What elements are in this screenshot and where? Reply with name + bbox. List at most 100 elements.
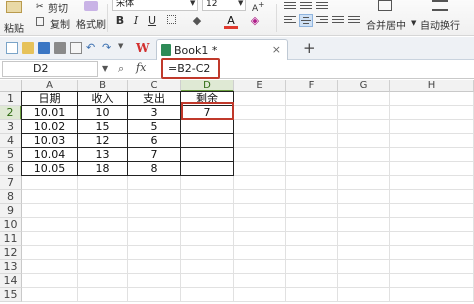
table-cell[interactable] bbox=[286, 246, 338, 260]
table-cell[interactable] bbox=[390, 176, 474, 190]
table-cell[interactable] bbox=[128, 218, 181, 232]
table-cell[interactable] bbox=[128, 260, 181, 274]
table-cell[interactable] bbox=[390, 162, 474, 176]
table-cell[interactable] bbox=[286, 120, 338, 134]
header-cell[interactable]: 支出 bbox=[128, 92, 181, 106]
table-cell[interactable] bbox=[181, 288, 234, 302]
align-top-icon[interactable] bbox=[283, 0, 297, 13]
table-cell[interactable] bbox=[338, 232, 390, 246]
fill-color-icon[interactable]: ◆ bbox=[190, 14, 204, 28]
table-cell[interactable] bbox=[22, 190, 78, 204]
underline-button[interactable]: U bbox=[145, 14, 159, 28]
table-cell[interactable] bbox=[234, 218, 286, 232]
table-cell[interactable]: 10.03 bbox=[22, 134, 78, 148]
chevron-down-icon[interactable]: ▼ bbox=[190, 0, 195, 7]
table-cell[interactable] bbox=[286, 218, 338, 232]
table-cell[interactable] bbox=[128, 288, 181, 302]
table-cell[interactable] bbox=[234, 288, 286, 302]
table-cell[interactable] bbox=[234, 176, 286, 190]
cut-button[interactable]: 剪切 bbox=[48, 0, 68, 15]
table-cell[interactable]: 12 bbox=[78, 134, 128, 148]
table-cell[interactable] bbox=[390, 260, 474, 274]
table-cell[interactable] bbox=[234, 134, 286, 148]
table-cell[interactable] bbox=[286, 176, 338, 190]
table-cell[interactable] bbox=[338, 176, 390, 190]
table-cell[interactable] bbox=[338, 218, 390, 232]
header-cell[interactable]: 日期 bbox=[22, 92, 78, 106]
table-cell[interactable] bbox=[234, 204, 286, 218]
row-header-15[interactable]: 15 bbox=[0, 288, 22, 302]
save-icon[interactable] bbox=[38, 42, 50, 54]
table-cell[interactable] bbox=[286, 162, 338, 176]
row-header-13[interactable]: 13 bbox=[0, 260, 22, 274]
redo-icon[interactable]: ↷ bbox=[102, 42, 114, 54]
italic-button[interactable]: I bbox=[129, 14, 143, 28]
table-cell[interactable] bbox=[234, 106, 286, 120]
table-cell[interactable] bbox=[390, 288, 474, 302]
row-header-7[interactable]: 7 bbox=[0, 176, 22, 190]
row-header-8[interactable]: 8 bbox=[0, 190, 22, 204]
table-cell[interactable] bbox=[390, 134, 474, 148]
table-cell[interactable] bbox=[390, 92, 474, 106]
table-cell[interactable]: 8 bbox=[128, 162, 181, 176]
table-cell[interactable] bbox=[181, 120, 234, 134]
table-cell[interactable] bbox=[22, 204, 78, 218]
row-header-6[interactable]: 6 bbox=[0, 162, 22, 176]
open-folder-icon[interactable] bbox=[22, 42, 34, 54]
chevron-down-icon[interactable]: ▼ bbox=[238, 0, 243, 7]
table-cell[interactable] bbox=[181, 162, 234, 176]
column-header-g[interactable]: G bbox=[338, 80, 390, 92]
table-cell[interactable] bbox=[181, 134, 234, 148]
table-cell[interactable] bbox=[181, 232, 234, 246]
table-cell[interactable] bbox=[338, 106, 390, 120]
table-cell[interactable] bbox=[286, 106, 338, 120]
table-cell[interactable] bbox=[128, 176, 181, 190]
table-cell[interactable] bbox=[338, 260, 390, 274]
tab-book1[interactable]: Book1 * × bbox=[156, 39, 288, 60]
table-cell[interactable]: 3 bbox=[128, 106, 181, 120]
spreadsheet-grid[interactable]: A B C D E F G H 1 2 3 4 5 6 7 8 9 10 11 … bbox=[0, 80, 474, 304]
row-header-1[interactable]: 1 bbox=[0, 92, 22, 106]
row-header-12[interactable]: 12 bbox=[0, 246, 22, 260]
table-cell[interactable] bbox=[390, 148, 474, 162]
table-cell[interactable] bbox=[390, 190, 474, 204]
table-cell[interactable] bbox=[286, 232, 338, 246]
column-header-h[interactable]: H bbox=[390, 80, 474, 92]
table-cell[interactable] bbox=[78, 288, 128, 302]
table-cell[interactable]: 10.04 bbox=[22, 148, 78, 162]
table-cell[interactable] bbox=[181, 274, 234, 288]
table-cell[interactable] bbox=[78, 218, 128, 232]
print-preview-icon[interactable] bbox=[70, 42, 82, 54]
table-cell[interactable] bbox=[390, 274, 474, 288]
table-cell[interactable] bbox=[22, 274, 78, 288]
chevron-down-icon[interactable]: ▼ bbox=[411, 19, 416, 27]
table-cell[interactable] bbox=[234, 190, 286, 204]
table-cell[interactable]: 10.01 bbox=[22, 106, 78, 120]
font-name-select[interactable]: 宋体 bbox=[112, 0, 198, 11]
bold-button[interactable]: B bbox=[113, 14, 127, 28]
table-cell[interactable] bbox=[78, 204, 128, 218]
align-middle-icon[interactable] bbox=[299, 0, 313, 13]
column-header-f[interactable]: F bbox=[286, 80, 338, 92]
table-cell[interactable] bbox=[78, 260, 128, 274]
table-cell[interactable] bbox=[181, 148, 234, 162]
close-icon[interactable]: × bbox=[272, 43, 281, 56]
wrap-text-button[interactable]: 自动换行 bbox=[420, 17, 460, 32]
table-cell[interactable] bbox=[181, 204, 234, 218]
table-cell[interactable] bbox=[338, 148, 390, 162]
table-cell[interactable] bbox=[78, 176, 128, 190]
table-cell[interactable]: 10.05 bbox=[22, 162, 78, 176]
table-cell[interactable] bbox=[22, 246, 78, 260]
merge-center-button[interactable]: 合并居中 bbox=[366, 17, 406, 32]
table-cell[interactable] bbox=[286, 274, 338, 288]
row-header-2[interactable]: 2 bbox=[0, 106, 22, 120]
table-cell[interactable] bbox=[390, 232, 474, 246]
table-cell[interactable]: 5 bbox=[128, 120, 181, 134]
table-cell[interactable] bbox=[234, 246, 286, 260]
row-header-5[interactable]: 5 bbox=[0, 148, 22, 162]
table-cell[interactable] bbox=[338, 204, 390, 218]
table-cell[interactable] bbox=[390, 246, 474, 260]
table-cell[interactable] bbox=[286, 92, 338, 106]
header-cell[interactable]: 收入 bbox=[78, 92, 128, 106]
table-cell[interactable]: 10.02 bbox=[22, 120, 78, 134]
